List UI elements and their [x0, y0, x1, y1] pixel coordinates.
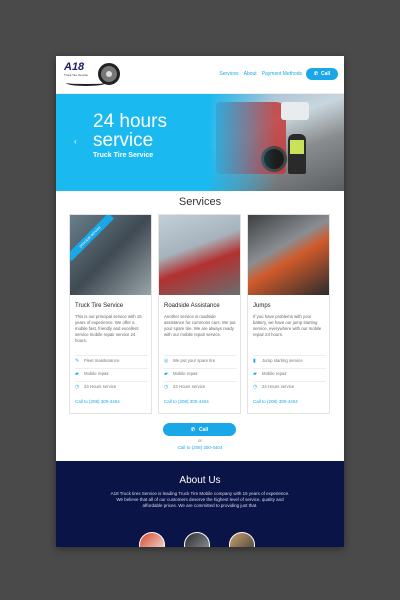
feature-item: ◷ 24 Hours service	[75, 381, 148, 391]
header-call-label: Call	[321, 71, 331, 77]
main-call-label: Call	[199, 426, 209, 433]
hero-car-shape	[281, 102, 309, 120]
hero-title: 24 hours service	[93, 112, 203, 150]
page: A18 Truck Tire Service Services About Pa…	[56, 56, 344, 547]
main-phone-link[interactable]: Call to (208) 300-4404	[56, 445, 344, 450]
truck-tire-photo: principal service	[70, 215, 151, 295]
nav-payment-methods[interactable]: Payment Methods	[262, 71, 302, 77]
service-card-truck-tire: principal service Truck Tire Service Thi…	[69, 214, 152, 414]
roadside-photo	[159, 215, 240, 295]
feature-item: ▰ Mobile repair	[253, 368, 326, 378]
card-title: Jumps	[253, 303, 271, 309]
service-card-jumps: Jumps If you have problems with your bat…	[247, 214, 330, 414]
feature-label: Mobile repair	[173, 371, 198, 376]
header-call-button[interactable]: ✆ Call	[306, 68, 338, 80]
battery-icon: ▮	[253, 357, 256, 364]
phone-icon: ✆	[313, 71, 319, 77]
feature-item: ▮ Jump starting service	[253, 355, 326, 365]
header: A18 Truck Tire Service Services About Pa…	[56, 56, 344, 94]
card-description: Another service is roadside assistance f…	[164, 314, 236, 337]
clock-icon: ◷	[75, 383, 80, 390]
logo-subtitle: Truck Tire Service	[64, 73, 89, 77]
feature-item: ✎ Fleet maintenance	[75, 355, 148, 365]
truck-icon: ▰	[253, 370, 257, 377]
feature-label: Mobile repair	[262, 371, 287, 376]
card-call-link[interactable]: Call to (208) 300-4404	[253, 399, 298, 404]
hero-title-line2: service	[93, 130, 154, 151]
feature-item: ◷ 24 Hours service	[253, 381, 326, 391]
card-call-link[interactable]: Call to (208) 300-4404	[75, 399, 120, 404]
wrench-icon: ✎	[75, 357, 80, 364]
feature-label: Jump starting service	[262, 358, 303, 363]
main-nav: Services About Payment Methods	[219, 71, 302, 77]
tire-icon: ◎	[164, 357, 169, 364]
clock-icon: ◷	[253, 383, 258, 390]
about-section: About Us A18 Truck tires Service is lead…	[56, 461, 344, 547]
feature-item: ◎ We put your spare tire	[164, 355, 237, 365]
hero-subtitle: Truck Tire Service	[93, 152, 154, 159]
carousel-prev-arrow[interactable]: ‹	[74, 137, 77, 146]
clock-icon: ◷	[164, 383, 169, 390]
about-photo-2	[184, 532, 210, 547]
about-text: A18 Truck tires Service is leading Truck…	[110, 491, 290, 508]
feature-label: 24 Hours service	[84, 384, 117, 389]
card-description: This is our principal service with 15 ye…	[75, 314, 142, 343]
services-title: Services	[178, 196, 222, 208]
tire-icon	[98, 63, 120, 85]
truck-icon: ▰	[164, 370, 168, 377]
feature-label: 24 Hours service	[173, 384, 206, 389]
nav-services[interactable]: Services	[219, 71, 238, 77]
hero-banner: ‹ 24 hours service Truck Tire Service	[56, 94, 344, 191]
feature-item: ▰ Mobile repair	[164, 368, 237, 378]
hero-fade	[206, 94, 276, 191]
jumps-photo	[248, 215, 329, 295]
hero-vest-shape	[290, 140, 304, 154]
about-photo-1	[139, 532, 165, 547]
card-title: Roadside Assistance	[164, 303, 220, 309]
about-title: About Us	[179, 475, 221, 486]
feature-item: ▰ Mobile repair	[75, 368, 148, 378]
or-text: or	[197, 438, 202, 443]
card-call-link[interactable]: Call to (208) 300-4404	[164, 399, 209, 404]
feature-item: ◷ 24 Hours service	[164, 381, 237, 391]
truck-icon: ▰	[75, 370, 79, 377]
about-photo-3	[229, 532, 255, 547]
feature-label: 24 Hours service	[262, 384, 295, 389]
logo[interactable]: A18 Truck Tire Service	[64, 61, 128, 89]
card-title: Truck Tire Service	[75, 303, 124, 309]
hero-title-line1: 24 hours	[93, 111, 167, 132]
phone-icon: ✆	[190, 426, 196, 433]
main-call-button[interactable]: ✆ Call	[163, 423, 236, 436]
principal-ribbon: principal service	[70, 215, 115, 262]
card-description: If you have problems with your battery, …	[253, 314, 322, 337]
logo-text: A18	[64, 61, 85, 73]
feature-label: We put your spare tire	[173, 358, 216, 363]
nav-about[interactable]: About	[244, 71, 257, 77]
feature-label: Fleet maintenance	[84, 358, 120, 363]
service-card-roadside: Roadside Assistance Another service is r…	[158, 214, 241, 414]
feature-label: Mobile repair	[84, 371, 109, 376]
